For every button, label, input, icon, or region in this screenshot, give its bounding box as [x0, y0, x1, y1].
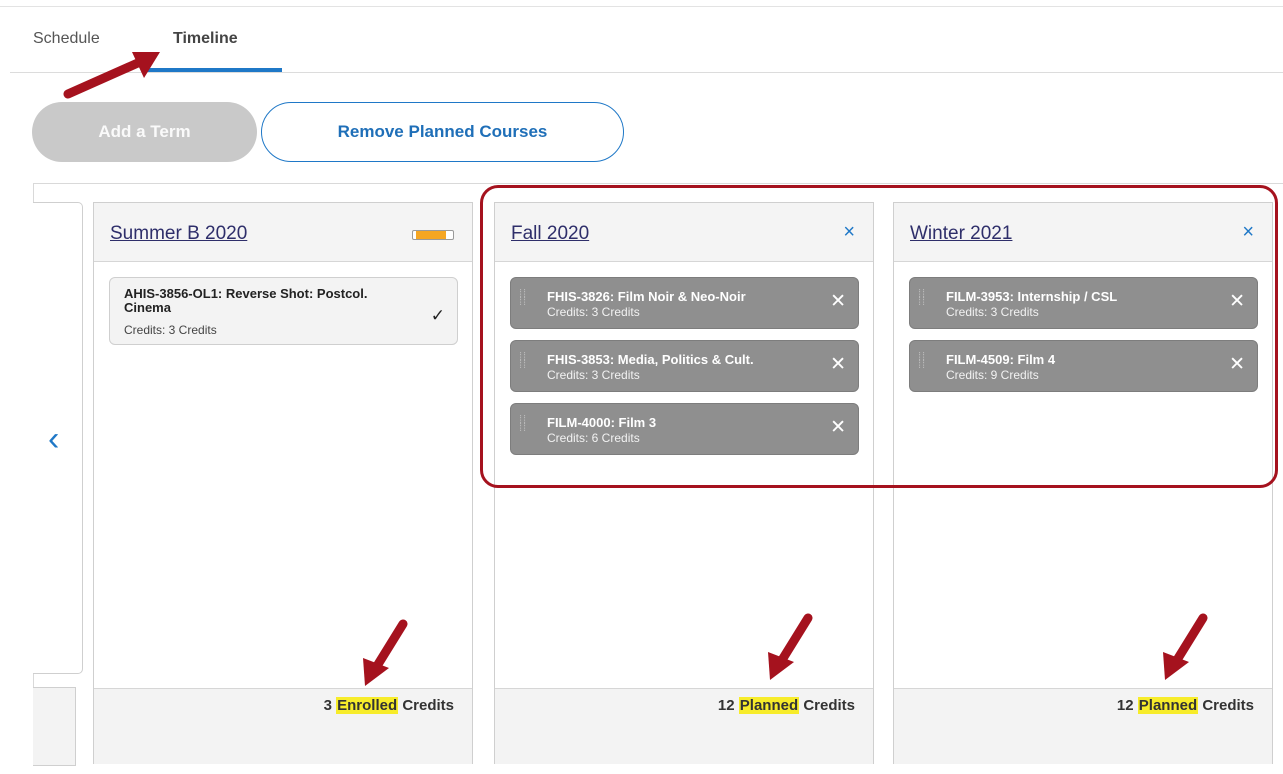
- previous-terms-icon[interactable]: ‹: [48, 420, 78, 460]
- term-title[interactable]: Summer B 2020: [110, 223, 247, 245]
- credits-status: Planned: [738, 697, 800, 714]
- course-credits: Credits: 9 Credits: [946, 368, 1039, 382]
- drag-handle-icon[interactable]: ⁞⁞ ⁞⁞: [519, 415, 533, 442]
- credits-status: Enrolled: [336, 697, 399, 714]
- tab-schedule[interactable]: Schedule: [33, 30, 100, 48]
- remove-term-icon[interactable]: ×: [843, 221, 855, 244]
- remove-course-icon[interactable]: ✕: [1229, 290, 1245, 313]
- term-credits-summary: 12 Planned Credits: [1116, 697, 1254, 714]
- drag-handle-icon[interactable]: ⁞⁞ ⁞⁞: [918, 352, 932, 379]
- previous-term-footer: [33, 687, 76, 766]
- tab-timeline[interactable]: Timeline: [173, 30, 238, 48]
- remove-term-icon[interactable]: ×: [1242, 221, 1254, 244]
- course-credits: Credits: 6 Credits: [547, 431, 640, 445]
- add-term-button[interactable]: Add a Term: [32, 102, 257, 162]
- term-credits-summary: 3 Enrolled Credits: [323, 697, 454, 714]
- course-title: FHIS-3853: Media, Politics & Cult.: [547, 352, 754, 367]
- drag-handle-icon[interactable]: ⁞⁞ ⁞⁞: [918, 289, 932, 316]
- remove-course-icon[interactable]: ✕: [830, 416, 846, 439]
- course-title: AHIS-3856-OL1: Reverse Shot: Postcol. Ci…: [124, 286, 368, 315]
- drag-handle-icon[interactable]: ⁞⁞ ⁞⁞: [519, 352, 533, 379]
- remove-course-icon[interactable]: ✕: [830, 353, 846, 376]
- remove-planned-courses-button[interactable]: Remove Planned Courses: [261, 102, 624, 162]
- term-title[interactable]: Fall 2020: [511, 223, 589, 245]
- course-credits: Credits: 3 Credits: [124, 323, 217, 337]
- term-column-summer-b-2020: Summer B 2020 AHIS-3856-OL1: Reverse Sho…: [93, 202, 473, 764]
- term-column-winter-2021: Winter 2021 × ⁞⁞ ⁞⁞ FILM-3953: Internship…: [893, 202, 1273, 764]
- term-progress-icon: [412, 230, 454, 240]
- term-footer: 3 Enrolled Credits: [94, 688, 472, 764]
- term-header: Summer B 2020: [94, 203, 472, 262]
- term-title[interactable]: Winter 2021: [910, 223, 1012, 245]
- course-card-planned[interactable]: ⁞⁞ ⁞⁞ FILM-4509: Film 4 Credits: 9 Credit…: [909, 340, 1258, 392]
- course-credits: Credits: 3 Credits: [547, 305, 640, 319]
- term-header: Fall 2020 ×: [495, 203, 873, 262]
- drag-handle-icon[interactable]: ⁞⁞ ⁞⁞: [519, 289, 533, 316]
- course-card-planned[interactable]: ⁞⁞ ⁞⁞ FILM-3953: Internship / CSL Credits…: [909, 277, 1258, 329]
- course-credits: Credits: 3 Credits: [547, 368, 640, 382]
- course-card-planned[interactable]: ⁞⁞ ⁞⁞ FHIS-3853: Media, Politics & Cult. …: [510, 340, 859, 392]
- term-credits-summary: 12 Planned Credits: [717, 697, 855, 714]
- term-header: Winter 2021 ×: [894, 203, 1272, 262]
- term-footer: 12 Planned Credits: [894, 688, 1272, 764]
- course-title: FHIS-3826: Film Noir & Neo-Noir: [547, 289, 746, 304]
- term-footer: 12 Planned Credits: [495, 688, 873, 764]
- course-card-planned[interactable]: ⁞⁞ ⁞⁞ FHIS-3826: Film Noir & Neo-Noir Cre…: [510, 277, 859, 329]
- tabs-divider: [10, 72, 1283, 73]
- remove-course-icon[interactable]: ✕: [1229, 353, 1245, 376]
- annotation-arrow-icon: [63, 52, 160, 99]
- course-card-planned[interactable]: ⁞⁞ ⁞⁞ FILM-4000: Film 3 Credits: 6 Credit…: [510, 403, 859, 455]
- enrolled-check-icon: ✓: [430, 306, 445, 325]
- course-card-enrolled[interactable]: AHIS-3856-OL1: Reverse Shot: Postcol. Ci…: [109, 277, 458, 345]
- credits-status: Planned: [1137, 697, 1199, 714]
- course-title: FILM-3953: Internship / CSL: [946, 289, 1118, 304]
- course-title: FILM-4000: Film 3: [547, 415, 657, 430]
- remove-course-icon[interactable]: ✕: [830, 290, 846, 313]
- course-credits: Credits: 3 Credits: [946, 305, 1039, 319]
- top-divider: [0, 6, 1283, 7]
- term-column-fall-2020: Fall 2020 × ⁞⁞ ⁞⁞ FHIS-3826: Film Noir & …: [494, 202, 874, 764]
- course-title: FILM-4509: Film 4: [946, 352, 1056, 367]
